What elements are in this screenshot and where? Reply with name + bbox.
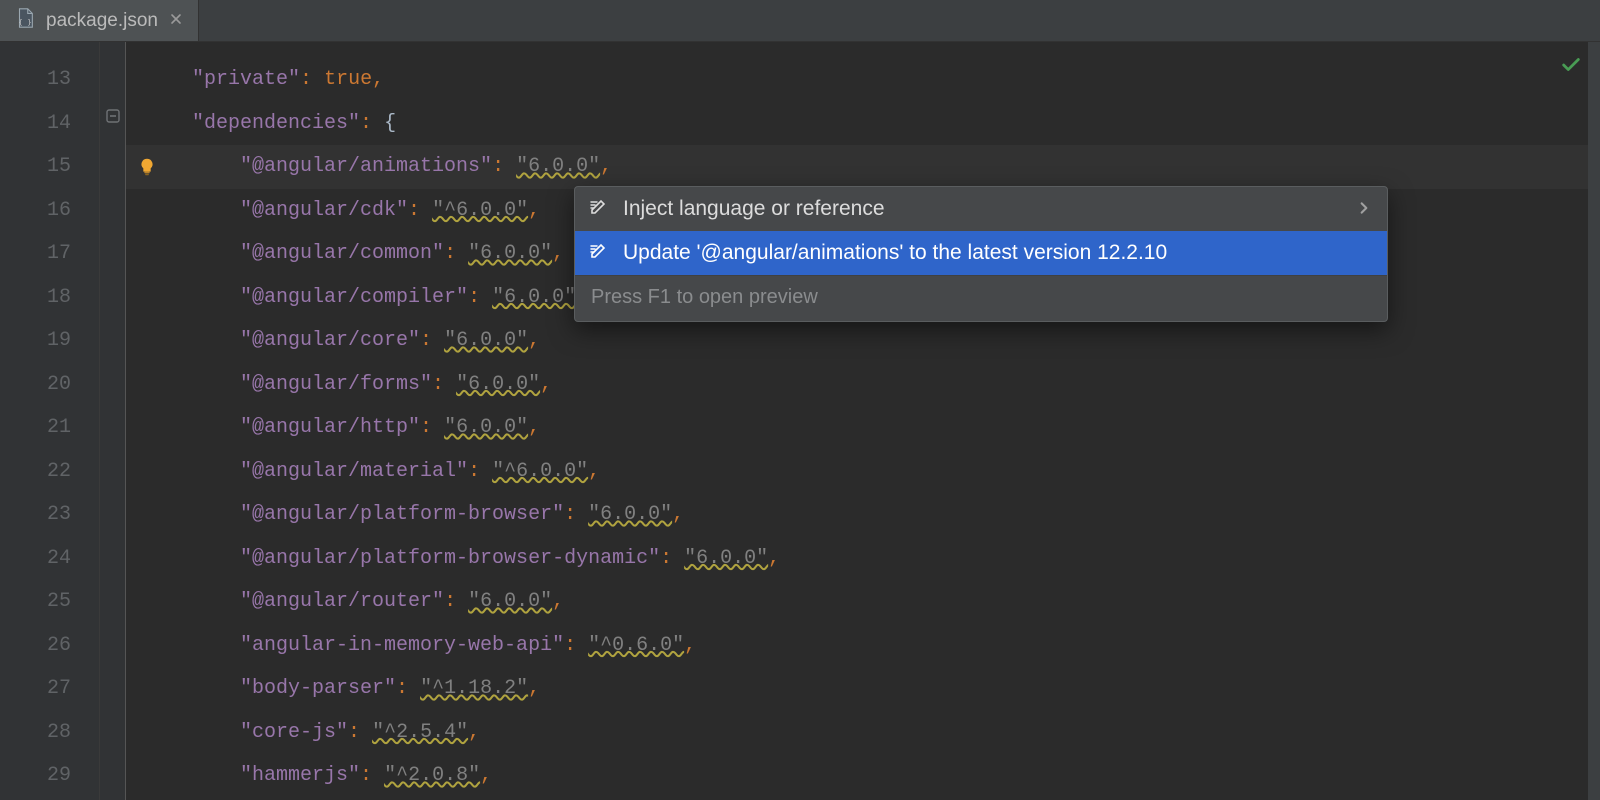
checkmark-icon[interactable] <box>1560 54 1582 83</box>
code-line[interactable]: "@angular/platform-browser": "6.0.0", <box>126 493 1600 537</box>
line-number: 29 <box>0 754 99 798</box>
code-line[interactable]: "hammerjs": "^2.0.8", <box>126 754 1600 798</box>
code-line[interactable]: "@angular/platform-browser-dynamic": "6.… <box>126 537 1600 581</box>
code-line[interactable]: "core-js": "^2.5.4", <box>126 711 1600 755</box>
fold-toggle-icon[interactable] <box>105 108 121 124</box>
gutter: 1314151617181920212223242526272829 <box>0 42 100 800</box>
code-line[interactable]: "@angular/router": "6.0.0", <box>126 580 1600 624</box>
tab-bar: { } package.json <box>0 0 1600 42</box>
code-line[interactable]: "@angular/material": "^6.0.0", <box>126 450 1600 494</box>
line-number: 24 <box>0 537 99 581</box>
line-number: 16 <box>0 189 99 233</box>
code-line[interactable]: "@angular/core": "6.0.0", <box>126 319 1600 363</box>
code-line[interactable]: "private": true, <box>126 58 1600 102</box>
chevron-right-icon <box>1357 197 1371 221</box>
line-number: 17 <box>0 232 99 276</box>
line-number: 23 <box>0 493 99 537</box>
svg-text:{ }: { } <box>18 17 31 26</box>
fold-column <box>100 42 126 800</box>
line-number: 28 <box>0 711 99 755</box>
intention-item[interactable]: Update '@angular/animations' to the late… <box>575 231 1387 275</box>
tab-label: package.json <box>46 10 158 32</box>
intention-popup: Inject language or reference Update '@ang… <box>574 186 1388 322</box>
code-line[interactable]: "body-parser": "^1.18.2", <box>126 667 1600 711</box>
line-number: 13 <box>0 58 99 102</box>
code-line[interactable]: "dependencies": { <box>126 102 1600 146</box>
popup-hint: Press F1 to open preview <box>575 275 1387 321</box>
editor: 1314151617181920212223242526272829 "priv… <box>0 42 1600 800</box>
line-number: 18 <box>0 276 99 320</box>
tab-package-json[interactable]: { } package.json <box>0 0 199 41</box>
line-number: 22 <box>0 450 99 494</box>
code-line[interactable]: "@angular/forms": "6.0.0", <box>126 363 1600 407</box>
intention-label: Update '@angular/animations' to the late… <box>623 241 1371 265</box>
intention-item[interactable]: Inject language or reference <box>575 187 1387 231</box>
line-number: 26 <box>0 624 99 668</box>
scrollbar[interactable] <box>1588 42 1600 800</box>
line-number: 25 <box>0 580 99 624</box>
line-number: 19 <box>0 319 99 363</box>
json-file-icon: { } <box>14 7 36 35</box>
code-line[interactable]: "@angular/animations": "6.0.0", <box>126 145 1600 189</box>
line-number: 20 <box>0 363 99 407</box>
lightbulb-icon[interactable] <box>134 145 160 189</box>
code-area[interactable]: "private": true, "dependencies": { "@ang… <box>126 42 1600 800</box>
line-number: 14 <box>0 102 99 146</box>
code-line[interactable]: "@angular/http": "6.0.0", <box>126 406 1600 450</box>
close-icon[interactable] <box>168 10 184 32</box>
line-number: 21 <box>0 406 99 450</box>
pencil-icon <box>589 196 609 222</box>
line-number: 15 <box>0 145 99 189</box>
code-line[interactable]: "angular-in-memory-web-api": "^0.6.0", <box>126 624 1600 668</box>
line-number: 27 <box>0 667 99 711</box>
intention-label: Inject language or reference <box>623 197 1343 221</box>
pencil-icon <box>589 240 609 266</box>
